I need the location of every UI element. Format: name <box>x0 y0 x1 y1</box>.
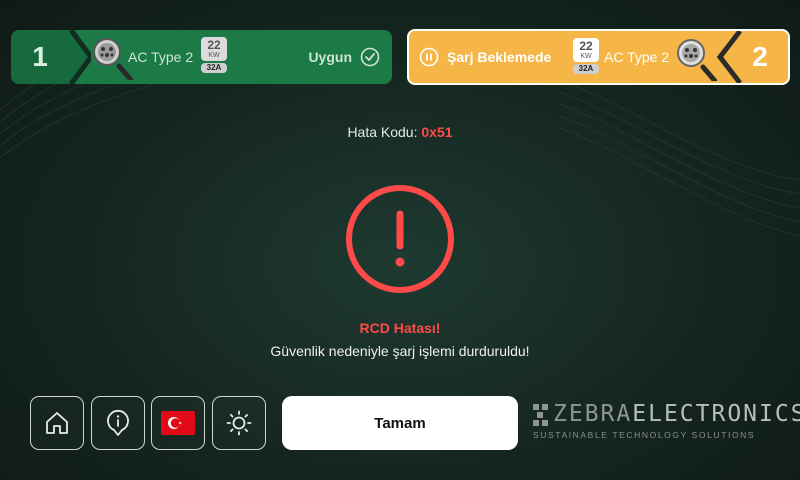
connector-2-panel[interactable]: Şarj Beklemede 22 KW 32A AC Type 2 2 <box>407 29 790 85</box>
connector-2-status-label: Şarj Beklemede <box>447 49 552 65</box>
connector-1-type: AC Type 2 <box>128 49 194 65</box>
power-value: 22 <box>207 38 221 52</box>
info-button[interactable] <box>91 396 145 450</box>
type2-plug-icon <box>677 39 717 81</box>
error-title: RCD Hatası! <box>359 320 441 336</box>
power-unit: KW <box>208 52 220 59</box>
check-circle-icon <box>360 47 380 67</box>
brand-name: ZEBRAELECTRONICS <box>533 401 800 427</box>
current-badge: 32A <box>573 64 599 74</box>
brand-name-part2: ELECTRONICS <box>632 401 800 427</box>
home-icon <box>46 412 68 434</box>
error-code-label: Hata Kodu: <box>347 124 418 140</box>
current-badge: 32A <box>201 63 227 73</box>
type2-plug-icon <box>93 38 133 80</box>
connector-1-panel[interactable]: 1 AC Type 2 22 KW 32A Uygun <box>11 30 392 84</box>
brand-logo: ZEBRAELECTRONICS SUSTAINABLE TECHNOLOGY … <box>533 401 800 440</box>
brightness-button[interactable] <box>212 396 266 450</box>
power-value: 22 <box>579 39 593 53</box>
error-code-value: 0x51 <box>421 124 453 140</box>
brightness-icon <box>226 410 252 436</box>
ok-button[interactable]: Tamam <box>282 396 518 450</box>
connector-1-status: Uygun <box>308 30 380 84</box>
connector-2-power-badge: 22 KW 32A <box>573 38 599 74</box>
connector-1-power-badge: 22 KW 32A <box>201 37 227 73</box>
connector-1-status-label: Uygun <box>308 49 352 65</box>
pause-circle-icon <box>419 47 439 67</box>
language-button[interactable] <box>151 396 205 450</box>
connector-2-type: AC Type 2 <box>604 49 670 65</box>
error-code-line: Hata Kodu: 0x51 <box>0 124 800 140</box>
brand-name-part1: ZEBRA <box>553 401 633 427</box>
alert-circle-icon <box>346 185 454 293</box>
home-button[interactable] <box>30 396 84 450</box>
zebra-logo-icon <box>533 404 548 426</box>
connector-2-number: 2 <box>752 41 768 72</box>
error-message: Güvenlik nedeniyle şarj işlemi durduruld… <box>270 343 530 359</box>
connector-2-status: Şarj Beklemede <box>419 31 551 83</box>
power-unit: KW <box>580 53 592 60</box>
turkey-flag-icon <box>161 411 195 435</box>
info-icon <box>107 410 129 436</box>
brand-tagline: SUSTAINABLE TECHNOLOGY SOLUTIONS <box>533 430 756 440</box>
connector-1-number: 1 <box>32 41 48 72</box>
